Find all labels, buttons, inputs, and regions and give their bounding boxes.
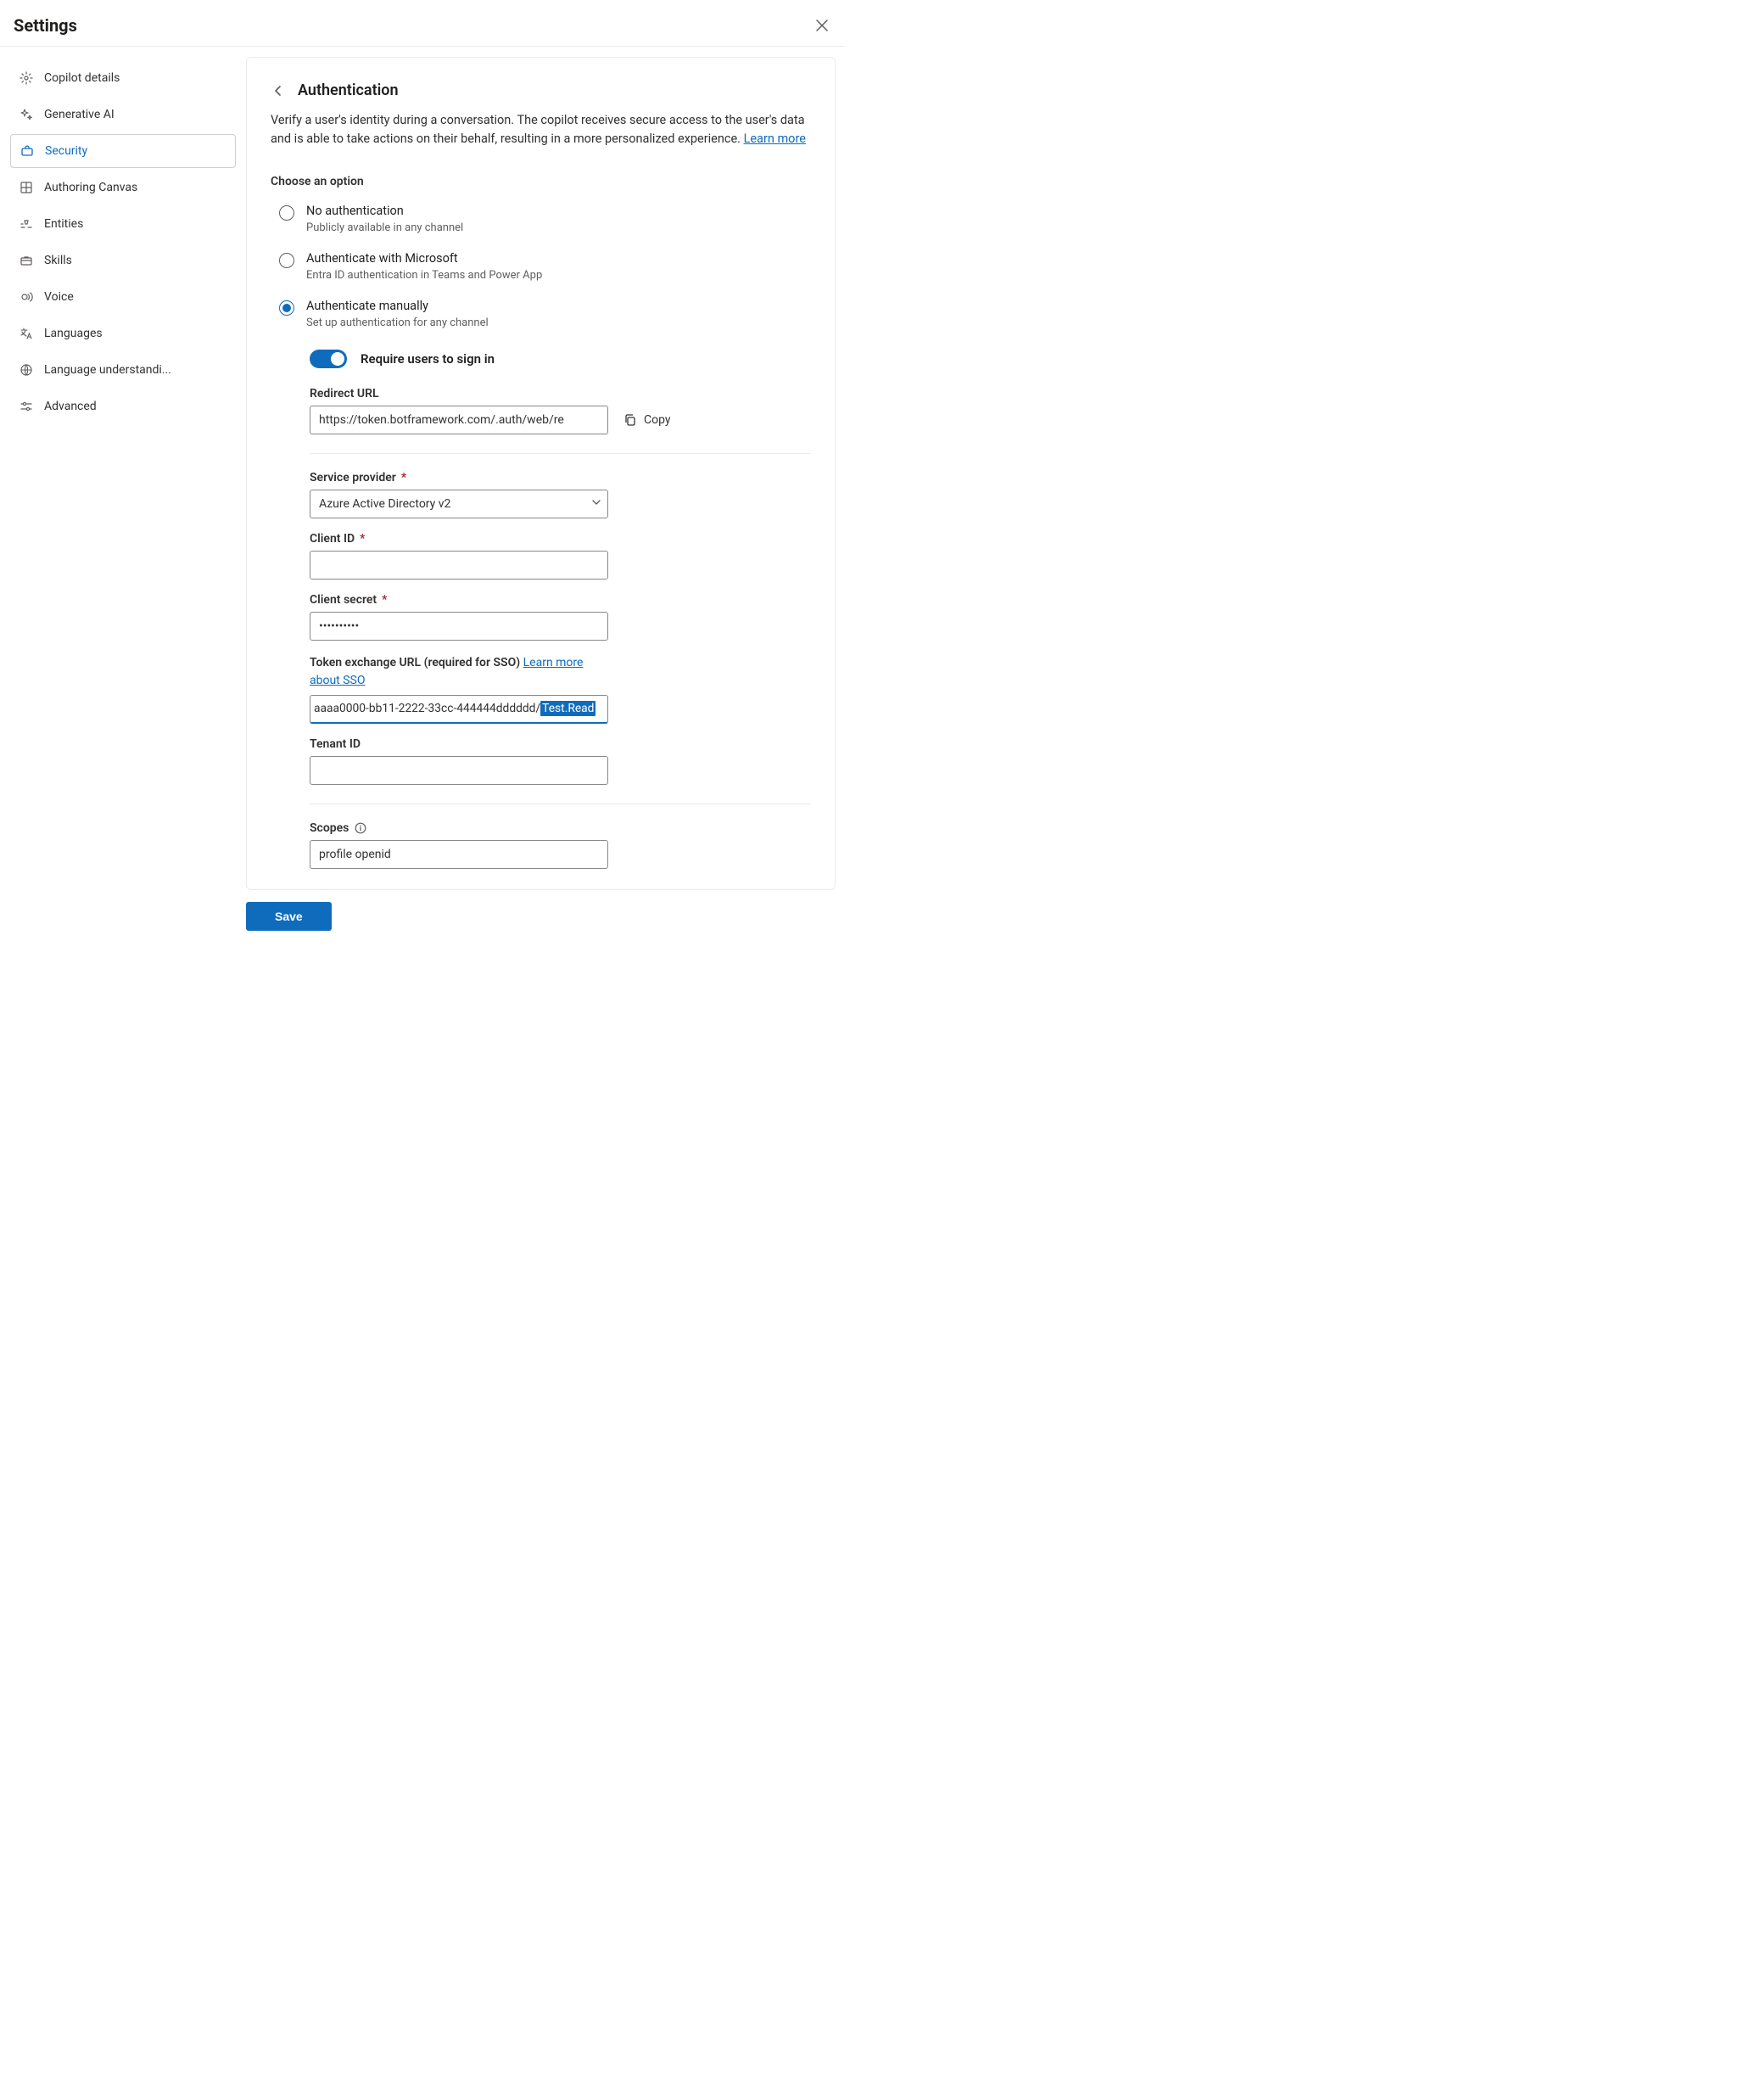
- scopes-label: Scopes: [310, 821, 349, 835]
- voice-icon: [19, 289, 34, 305]
- token-exchange-value-plain: aaaa0000-bb11-2222-33cc-444444dddddd/: [314, 702, 540, 715]
- sidebar-item-label: Security: [45, 144, 87, 158]
- option-title: Authenticate with Microsoft: [306, 251, 542, 266]
- option-subtitle: Publicly available in any channel: [306, 221, 463, 234]
- close-icon: [816, 20, 828, 31]
- toolbox-icon: [19, 253, 34, 268]
- globe-icon: [19, 362, 34, 378]
- sidebar-item-label: Voice: [44, 290, 74, 304]
- choose-option-label: Choose an option: [271, 175, 811, 188]
- page-title: Settings: [14, 15, 77, 36]
- sidebar-item-voice[interactable]: Voice: [10, 280, 236, 314]
- chevron-left-icon: [272, 85, 284, 97]
- save-button[interactable]: Save: [246, 902, 332, 931]
- entities-icon: [19, 216, 34, 232]
- sliders-icon: [19, 399, 34, 414]
- require-signin-label: Require users to sign in: [361, 351, 495, 367]
- service-provider-select[interactable]: [310, 490, 608, 518]
- sidebar: Copilot details Generative AI Security A…: [0, 47, 246, 426]
- sidebar-item-security[interactable]: Security: [10, 134, 236, 168]
- back-button[interactable]: [271, 83, 286, 98]
- redirect-url-input[interactable]: [310, 406, 608, 434]
- require-signin-toggle[interactable]: [310, 350, 347, 368]
- token-exchange-label: Token exchange URL (required for SSO): [310, 656, 523, 669]
- sidebar-item-label: Advanced: [44, 400, 97, 413]
- copy-label: Copy: [644, 413, 671, 427]
- option-authenticate-manually[interactable]: Authenticate manually Set up authenticat…: [271, 294, 811, 341]
- sidebar-item-label: Skills: [44, 254, 72, 267]
- authentication-card: Authentication Verify a user's identity …: [246, 57, 836, 890]
- sidebar-item-label: Generative AI: [44, 108, 115, 121]
- sidebar-item-skills[interactable]: Skills: [10, 244, 236, 277]
- section-divider: [310, 453, 811, 454]
- option-title: No authentication: [306, 204, 463, 218]
- redirect-url-label: Redirect URL: [310, 387, 811, 400]
- grid-icon: [19, 180, 34, 195]
- client-id-label: Client ID: [310, 532, 355, 546]
- sidebar-item-label: Authoring Canvas: [44, 181, 137, 194]
- copy-icon: [623, 413, 637, 427]
- sidebar-item-generative-ai[interactable]: Generative AI: [10, 98, 236, 132]
- radio-button[interactable]: [279, 300, 294, 316]
- sidebar-item-label: Languages: [44, 327, 103, 340]
- section-description: Verify a user's identity during a conver…: [271, 111, 811, 149]
- gear-icon: [19, 70, 34, 86]
- radio-button[interactable]: [279, 253, 294, 268]
- sidebar-item-label: Entities: [44, 217, 83, 231]
- translate-icon: [19, 326, 34, 341]
- option-subtitle: Set up authentication for any channel: [306, 316, 489, 329]
- sidebar-item-advanced[interactable]: Advanced: [10, 389, 236, 423]
- sidebar-item-entities[interactable]: Entities: [10, 207, 236, 241]
- sidebar-item-language-understanding[interactable]: Language understandi...: [10, 353, 236, 387]
- service-provider-label: Service provider: [310, 471, 396, 484]
- sparkle-icon: [19, 107, 34, 122]
- client-secret-label: Client secret: [310, 593, 377, 607]
- info-icon[interactable]: [354, 821, 367, 835]
- sidebar-item-languages[interactable]: Languages: [10, 316, 236, 350]
- close-button[interactable]: [812, 15, 832, 36]
- sidebar-item-label: Language understandi...: [44, 363, 171, 377]
- option-subtitle: Entra ID authentication in Teams and Pow…: [306, 269, 542, 282]
- tenant-id-input[interactable]: [310, 756, 608, 785]
- learn-more-link[interactable]: Learn more: [744, 132, 806, 146]
- client-id-input[interactable]: [310, 551, 608, 580]
- tenant-id-label: Tenant ID: [310, 737, 811, 751]
- scopes-input[interactable]: [310, 840, 608, 869]
- option-authenticate-microsoft[interactable]: Authenticate with Microsoft Entra ID aut…: [271, 246, 811, 294]
- section-title: Authentication: [298, 81, 399, 99]
- client-secret-input[interactable]: [310, 612, 608, 641]
- token-exchange-value-selected: Test.Read: [540, 701, 596, 716]
- option-title: Authenticate manually: [306, 299, 489, 313]
- sidebar-item-authoring-canvas[interactable]: Authoring Canvas: [10, 171, 236, 204]
- sidebar-item-copilot-details[interactable]: Copilot details: [10, 61, 236, 95]
- sidebar-item-label: Copilot details: [44, 71, 120, 85]
- token-exchange-input[interactable]: aaaa0000-bb11-2222-33cc-444444dddddd/Tes…: [310, 695, 608, 724]
- briefcase-lock-icon: [20, 143, 35, 159]
- copy-button[interactable]: Copy: [623, 413, 671, 427]
- option-no-authentication[interactable]: No authentication Publicly available in …: [271, 199, 811, 246]
- radio-button[interactable]: [279, 205, 294, 221]
